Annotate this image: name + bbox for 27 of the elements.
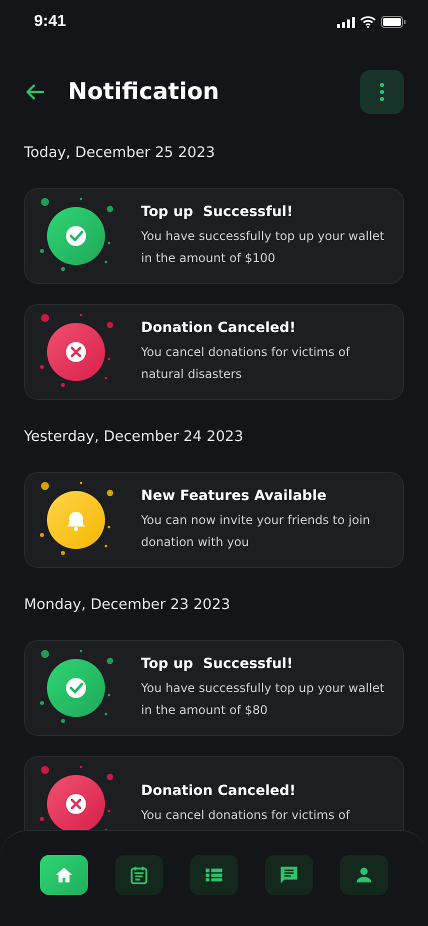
status-time: 9:41 (34, 13, 66, 31)
notification-message: You can now invite your friends to join donation with you (141, 512, 372, 550)
calendar-icon (128, 864, 150, 886)
home-tab[interactable] (40, 855, 88, 895)
notification-message: You cancel donations for victims of natural disasters (141, 344, 352, 382)
chat-icon (278, 864, 300, 886)
more-icon (380, 83, 384, 101)
date-heading: Monday, December 23 2023 (24, 596, 232, 615)
list-tab[interactable] (190, 855, 238, 895)
notification-message: You cancel donations for victims of (141, 806, 350, 824)
profile-tab[interactable] (340, 855, 388, 895)
notification-title: Top up Successful! (141, 656, 294, 672)
notification-title: Donation Canceled! (141, 320, 297, 336)
battery-icon (381, 16, 406, 28)
notification-title: Donation Canceled! (141, 782, 297, 798)
notification-title: Top up Successful! (141, 204, 294, 220)
signal-icon (337, 16, 355, 28)
date-heading: Yesterday, December 24 2023 (24, 428, 244, 447)
notification-message: You have successfully top up your wallet in the amount of $80 (141, 680, 386, 718)
more-button[interactable] (360, 70, 404, 114)
page-title: Notification (68, 79, 220, 105)
date-heading: Today, December 25 2023 (24, 144, 216, 163)
wifi-icon (360, 16, 376, 28)
notification-title: New Features Available (141, 488, 328, 504)
chat-tab[interactable] (265, 855, 313, 895)
notification-message: You have successfully top up your wallet in the amount of $100 (141, 228, 386, 266)
calendar-tab[interactable] (115, 855, 163, 895)
